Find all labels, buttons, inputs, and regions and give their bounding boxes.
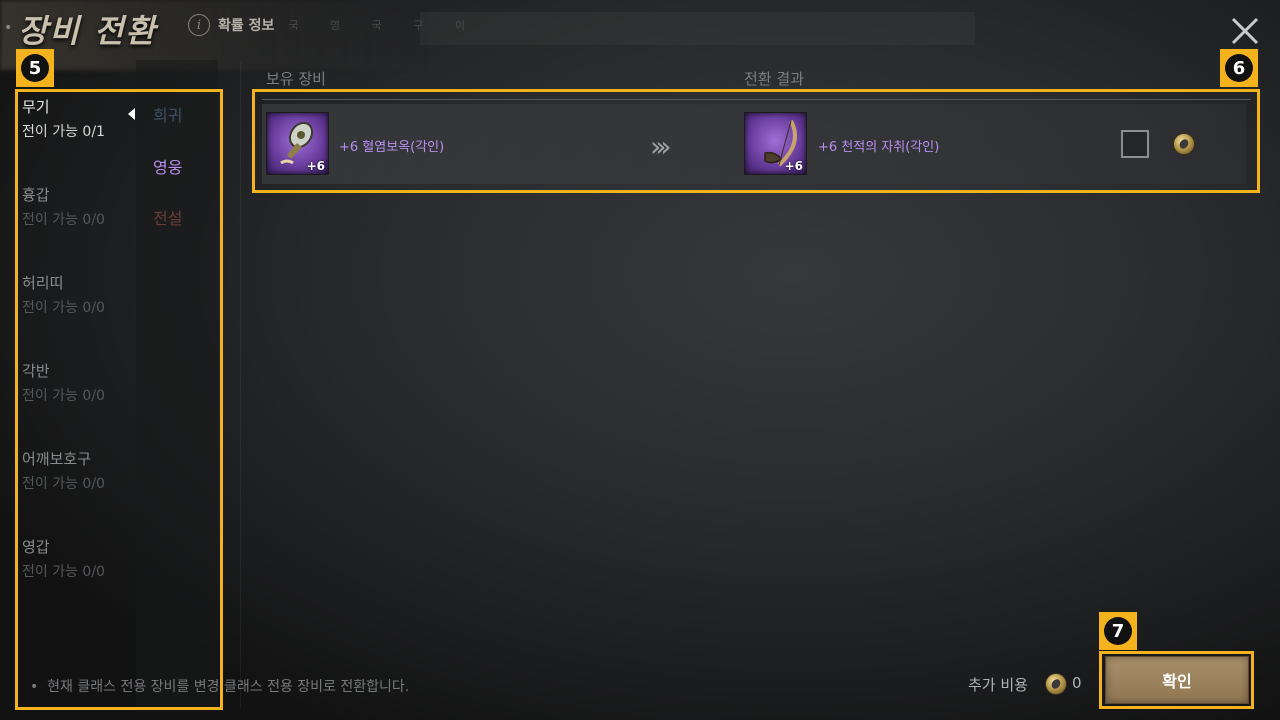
info-icon: i bbox=[188, 14, 210, 36]
conversion-result-header: 전환 결과 bbox=[744, 70, 804, 88]
badge-number: 5 bbox=[21, 54, 49, 82]
close-icon bbox=[1231, 17, 1259, 45]
highlight-confirm-button bbox=[1099, 651, 1254, 709]
close-button[interactable] bbox=[1228, 14, 1262, 48]
owned-equipment-header: 보유 장비 bbox=[266, 70, 326, 88]
extra-cost-value: 0 bbox=[1072, 674, 1082, 692]
title-bullet: • bbox=[4, 20, 13, 36]
footer-note-text: 현재 클래스 전용 장비를 변경 클래스 전용 장비로 전환합니다. bbox=[47, 679, 410, 695]
probability-info-button[interactable]: i 확률 정보 국 영 국 구 이 bbox=[188, 14, 479, 36]
coin-icon bbox=[1045, 673, 1067, 695]
footer-note: • 현재 클래스 전용 장비를 변경 클래스 전용 장비로 전환합니다. bbox=[30, 679, 410, 695]
annotation-badge-6: 6 bbox=[1220, 49, 1258, 87]
page-title: 장비 전환 bbox=[18, 12, 157, 50]
probability-info-label: 확률 정보 bbox=[218, 18, 275, 34]
vertical-divider bbox=[240, 62, 241, 708]
annotation-badge-7: 7 bbox=[1099, 612, 1137, 650]
highlight-conversion-list bbox=[252, 89, 1260, 193]
extra-cost-label: 추가 비용 bbox=[968, 676, 1028, 694]
annotation-badge-5: 5 bbox=[16, 49, 54, 87]
faded-tabs-text: 국 영 국 구 이 bbox=[288, 19, 479, 32]
badge-number: 7 bbox=[1104, 617, 1132, 645]
header-bar bbox=[420, 12, 975, 45]
badge-number: 6 bbox=[1225, 54, 1253, 82]
highlight-category-panel bbox=[15, 89, 223, 710]
